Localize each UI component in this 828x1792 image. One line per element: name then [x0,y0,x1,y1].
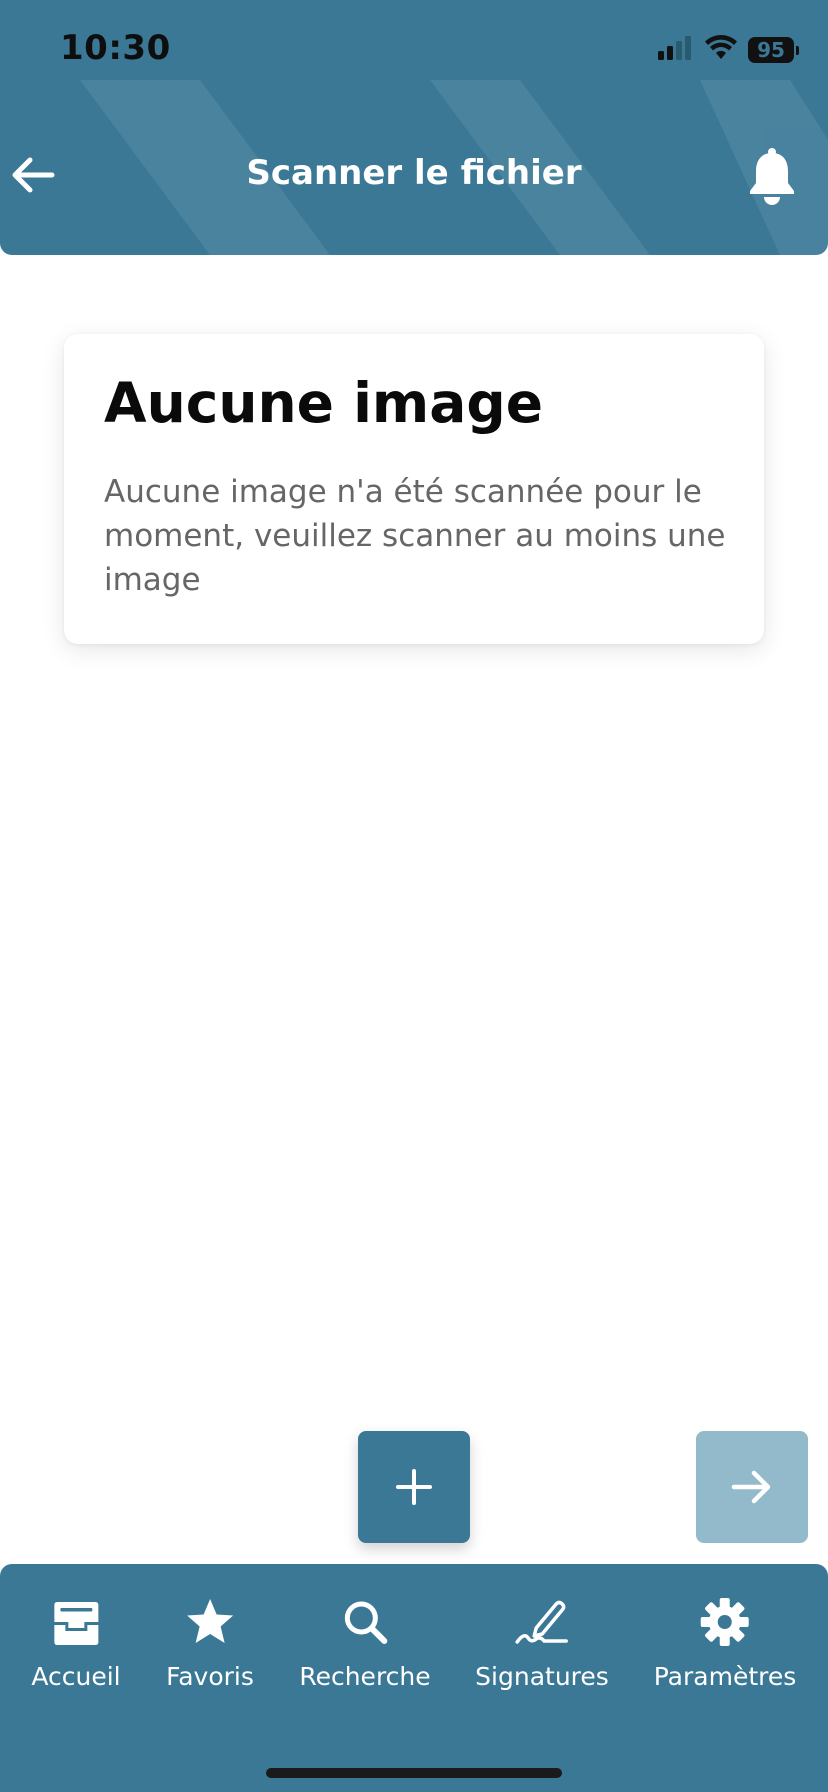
status-icons: 95 [658,34,799,66]
arrow-right-icon [731,1470,771,1504]
bottom-tab-bar: Accueil Favoris Recherche Signatures Par… [0,1564,828,1792]
gear-icon [697,1594,753,1650]
tab-label: Accueil [31,1662,121,1691]
tab-label: Signatures [475,1662,609,1691]
empty-state-card: Aucune image Aucune image n'a été scanné… [64,334,764,644]
tab-recherche[interactable]: Recherche [299,1594,431,1691]
tab-parametres[interactable]: Paramètres [653,1594,797,1691]
tab-label: Recherche [299,1662,431,1691]
star-icon [182,1594,238,1650]
wifi-icon [704,35,738,65]
add-scan-button[interactable] [358,1431,470,1543]
tab-label: Favoris [166,1662,254,1691]
search-icon [337,1594,393,1650]
notifications-button[interactable] [746,146,798,206]
empty-state-message: Aucune image n'a été scannée pour le mom… [104,474,726,598]
tab-label: Paramètres [653,1662,797,1691]
page-title: Scanner le fichier [246,153,582,193]
status-time: 10:30 [60,28,171,68]
next-button[interactable] [696,1431,808,1543]
tab-favoris[interactable]: Favoris [166,1594,254,1691]
home-indicator [266,1768,562,1778]
tab-signatures[interactable]: Signatures [475,1594,609,1691]
inbox-icon [48,1594,104,1650]
tab-accueil[interactable]: Accueil [31,1594,121,1691]
bell-icon [750,148,794,205]
cellular-signal-icon [658,36,694,64]
signature-icon [514,1594,570,1650]
plus-icon [396,1469,432,1505]
empty-state-title: Aucune image [104,371,544,435]
back-button[interactable] [8,150,58,200]
app-header: 10:30 95 Scanner le fichier [0,0,828,255]
arrow-left-icon [12,157,55,193]
battery-indicator: 95 [748,37,799,63]
